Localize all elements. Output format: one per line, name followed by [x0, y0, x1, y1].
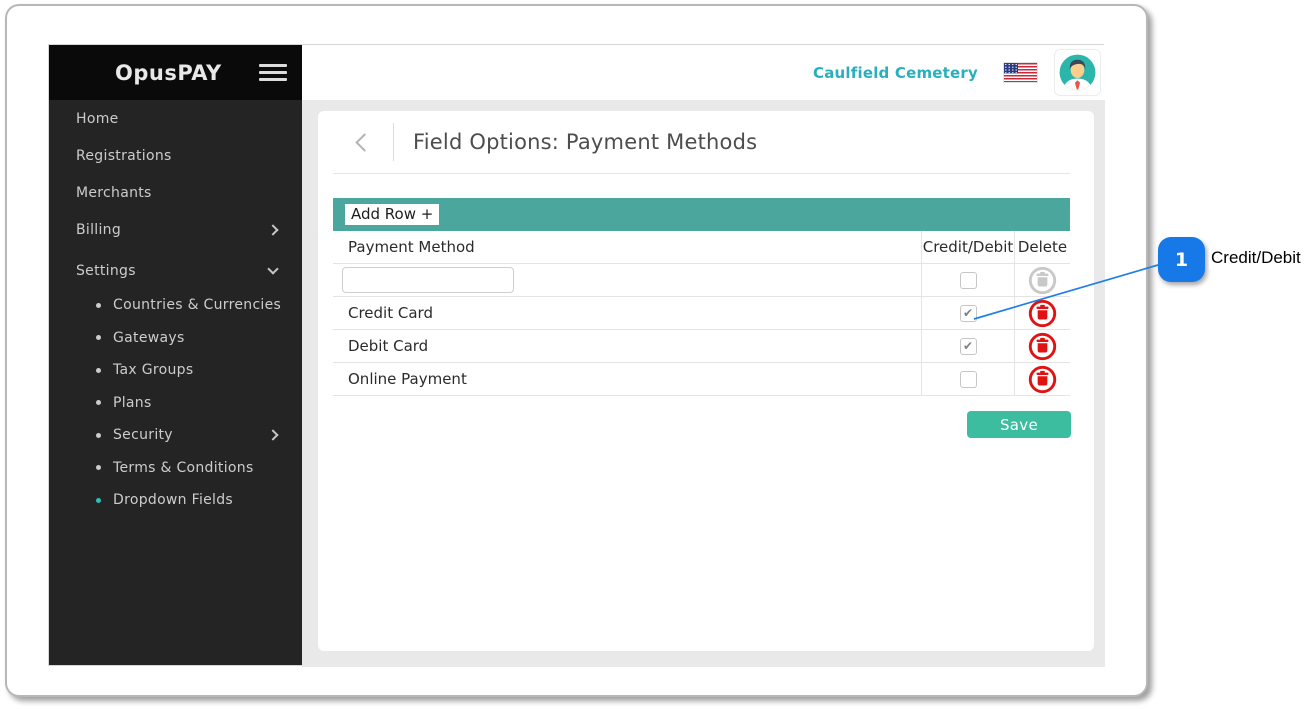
column-header-delete: Delete — [1014, 231, 1070, 263]
sidebar-item-gateways[interactable]: Gateways — [49, 322, 302, 355]
annotation-badge: 1 — [1158, 237, 1205, 282]
payment-method-name: Credit Card — [333, 297, 921, 329]
bullet-icon — [96, 335, 101, 340]
bullet-icon — [96, 433, 101, 438]
new-payment-method-input[interactable] — [342, 267, 514, 293]
sidebar-item-label: Settings — [76, 263, 136, 279]
payment-method-name: Debit Card — [333, 330, 921, 362]
table-action-bar: Add Row + — [333, 198, 1070, 231]
chevron-right-icon — [267, 430, 278, 441]
account-name-link[interactable]: Caulfield Cemetery — [813, 64, 978, 82]
table-row-online-payment: Online Payment — [333, 363, 1070, 396]
table-row-debit-card: Debit Card — [333, 330, 1070, 363]
back-chevron-icon[interactable] — [355, 133, 373, 151]
sidebar-item-label: Dropdown Fields — [113, 492, 233, 508]
trash-icon — [1036, 304, 1048, 319]
sidebar-item-countries-currencies[interactable]: Countries & Currencies — [49, 289, 302, 322]
sidebar-item-home[interactable]: Home — [49, 100, 302, 137]
chevron-down-icon — [267, 263, 278, 274]
sidebar-item-label: Home — [76, 111, 119, 127]
sidebar-header: OpusPAY — [49, 45, 302, 100]
brand-logo: OpusPAY — [49, 61, 222, 85]
add-row-button[interactable]: Add Row + — [345, 204, 439, 225]
trash-icon — [1036, 271, 1048, 286]
top-header-bar: Caulfield Cemetery — [302, 45, 1105, 100]
sidebar-item-settings[interactable]: Settings — [49, 252, 302, 289]
bullet-icon — [96, 303, 101, 308]
sidebar-item-label: Tax Groups — [113, 362, 193, 378]
table-row-new — [333, 264, 1070, 297]
sidebar-item-label: Security — [113, 427, 173, 443]
sidebar-item-tax-groups[interactable]: Tax Groups — [49, 354, 302, 387]
sidebar-item-merchants[interactable]: Merchants — [49, 174, 302, 211]
column-header-credit-debit: Credit/Debit — [921, 231, 1014, 263]
user-avatar[interactable] — [1054, 49, 1101, 96]
credit-debit-checkbox[interactable] — [960, 371, 977, 388]
sidebar-item-label: Billing — [76, 222, 121, 238]
bullet-icon — [96, 368, 101, 373]
delete-button-disabled — [1027, 265, 1058, 296]
app-window: OpusPAY Home Registrations Merchants Bil… — [48, 44, 1104, 666]
sidebar-item-label: Countries & Currencies — [113, 297, 281, 313]
credit-debit-checkbox[interactable] — [960, 338, 977, 355]
page-title-row: Field Options: Payment Methods — [318, 111, 1094, 173]
annotation-number: 1 — [1175, 249, 1188, 271]
main-content-area: Field Options: Payment Methods Add Row +… — [302, 100, 1105, 667]
column-header-payment-method: Payment Method — [333, 231, 921, 263]
sidebar-item-label: Gateways — [113, 330, 185, 346]
credit-debit-checkbox[interactable] — [960, 272, 977, 289]
hamburger-menu-icon[interactable] — [259, 64, 287, 81]
sidebar-item-dropdown-fields[interactable]: Dropdown Fields — [49, 484, 302, 517]
delete-button[interactable] — [1027, 364, 1058, 395]
sidebar-item-label: Registrations — [76, 148, 172, 164]
save-button[interactable]: Save — [967, 411, 1071, 438]
trash-icon — [1036, 337, 1048, 352]
content-card: Field Options: Payment Methods Add Row +… — [318, 111, 1094, 651]
bullet-icon — [96, 498, 101, 503]
bullet-icon — [96, 465, 101, 470]
annotation-label: Credit/Debit — [1209, 247, 1303, 269]
trash-icon — [1036, 370, 1048, 385]
table-row-credit-card: Credit Card — [333, 297, 1070, 330]
sidebar-item-security[interactable]: Security — [49, 419, 302, 452]
bullet-icon — [96, 400, 101, 405]
credit-debit-checkbox[interactable] — [960, 305, 977, 322]
payment-method-name: Online Payment — [333, 363, 921, 395]
sidebar-item-label: Terms & Conditions — [113, 460, 254, 476]
sidebar: OpusPAY Home Registrations Merchants Bil… — [49, 45, 302, 665]
sidebar-nav: Home Registrations Merchants Billing Set… — [49, 100, 302, 517]
avatar-icon — [1057, 52, 1098, 93]
title-divider — [393, 123, 394, 161]
sidebar-item-label: Merchants — [76, 185, 152, 201]
sidebar-item-billing[interactable]: Billing — [49, 211, 302, 248]
chevron-right-icon — [267, 224, 278, 235]
sidebar-item-label: Plans — [113, 395, 152, 411]
page-title: Field Options: Payment Methods — [413, 130, 757, 154]
sidebar-item-registrations[interactable]: Registrations — [49, 137, 302, 174]
delete-button[interactable] — [1027, 298, 1058, 329]
us-flag-icon[interactable] — [1004, 63, 1037, 82]
sidebar-item-plans[interactable]: Plans — [49, 387, 302, 420]
payment-methods-table: Payment Method Credit/Debit Delete — [333, 231, 1070, 396]
table-header-row: Payment Method Credit/Debit Delete — [333, 231, 1070, 264]
delete-button[interactable] — [1027, 331, 1058, 362]
sidebar-item-terms-conditions[interactable]: Terms & Conditions — [49, 452, 302, 485]
title-underline — [333, 173, 1070, 174]
